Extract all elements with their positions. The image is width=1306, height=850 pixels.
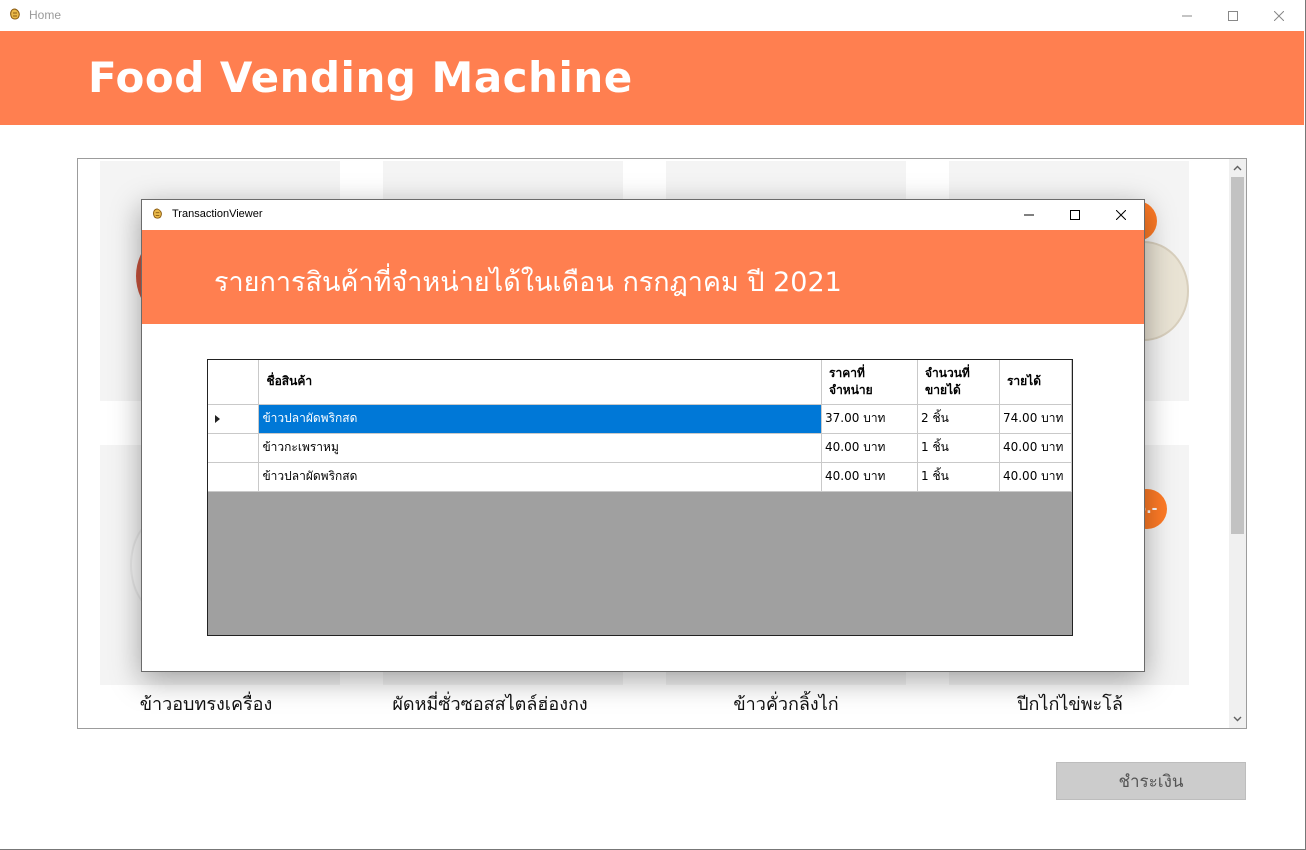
cell-name[interactable]: ข้าวปลาผัดพริกสด [258,404,823,434]
cell-name[interactable]: ข้าวปลาผัดพริกสด [258,462,823,492]
food-name: ข้าวคั่วกลิ้งไก่ [733,694,839,715]
cell-quantity[interactable]: 1 ชิ้น [917,433,1000,463]
maximize-icon [1070,210,1080,220]
chevron-up-icon [1233,165,1242,170]
scroll-thumb[interactable] [1231,177,1244,534]
column-header-quantity[interactable]: จำนวนที่ขายได้ [917,360,1000,405]
column-header-label: รายได้ [1006,374,1042,389]
report-title: รายการสินค้าที่จำหน่ายได้ในเดือน กรกฎาคม… [214,267,842,298]
row-header[interactable] [208,404,260,434]
scroll-down-button[interactable] [1229,710,1246,727]
column-header-revenue[interactable]: รายได้ [999,360,1072,405]
cell-revenue[interactable]: 40.00 บาท [999,462,1072,492]
column-header-price[interactable]: ราคาที่จำหน่าย [821,360,918,405]
minimize-icon [1182,15,1192,16]
main-titlebar: Home [0,0,1305,31]
scroll-up-button[interactable] [1229,159,1246,176]
dialog-maximize-button[interactable] [1052,200,1098,230]
column-header-label: จำนวนที่ [925,365,970,380]
row-header[interactable] [208,462,260,492]
row-header-corner [208,360,260,405]
dialog-minimize-button[interactable] [1006,200,1052,230]
dialog-title: TransactionViewer [172,208,263,220]
dialog-header-banner: รายการสินค้าที่จำหน่ายได้ในเดือน กรกฎาคม… [142,230,1144,324]
cell-name[interactable]: ข้าวกะเพราหมู [258,433,823,463]
close-icon [1116,210,1126,220]
dialog-titlebar: TransactionViewer [142,200,1144,230]
column-header-name[interactable]: ชื่อสินค้า [258,360,823,405]
chevron-down-icon [1233,716,1242,721]
cell-quantity[interactable]: 1 ชิ้น [917,462,1000,492]
transaction-grid[interactable]: ชื่อสินค้า ราคาที่จำหน่าย จำนวนที่ขายได้… [207,359,1073,636]
table-row[interactable]: ข้าวปลาผัดพริกสด 40.00 บาท 1 ชิ้น 40.00 … [208,462,1072,492]
column-header-label: ขายได้ [925,382,961,397]
close-icon [1274,10,1284,21]
close-button[interactable] [1256,0,1302,31]
food-name: ปีกไก่ไข่พะโล้ [1017,694,1123,715]
minimize-icon [1024,214,1034,216]
transaction-viewer-dialog: TransactionViewer รายการสินค้าที่จำหน่าย… [141,199,1145,672]
cell-price[interactable]: 40.00 บาท [821,462,918,492]
app-title: Food Vending Machine [88,53,633,102]
pay-button[interactable]: ชำระเงิน [1056,762,1246,800]
transaction-table: ชื่อสินค้า ราคาที่จำหน่าย จำนวนที่ขายได้… [208,360,1072,492]
cell-revenue[interactable]: 74.00 บาท [999,404,1072,434]
food-name: ข้าวอบทรงเครื่อง [139,694,273,715]
maximize-button[interactable] [1210,0,1256,31]
current-row-indicator-icon [215,414,220,423]
minimize-button[interactable] [1164,0,1210,31]
window-title: Home [29,8,62,22]
table-header-row: ชื่อสินค้า ราคาที่จำหน่าย จำนวนที่ขายได้… [208,360,1072,405]
column-header-label: จำหน่าย [829,382,873,397]
row-header[interactable] [208,433,260,463]
food-name: ผัดหมี่ซั่วซอสสไตล์ฮ่องกง [392,694,588,715]
table-row[interactable]: ข้าวกะเพราหมู 40.00 บาท 1 ชิ้น 40.00 บาท [208,433,1072,463]
cell-revenue[interactable]: 40.00 บาท [999,433,1072,463]
dialog-close-button[interactable] [1098,200,1144,230]
cell-quantity[interactable]: 2 ชิ้น [917,404,1000,434]
column-header-label: ชื่อสินค้า [266,374,313,389]
vertical-scrollbar[interactable] [1229,159,1246,728]
column-header-label: ราคาที่ [829,365,865,380]
app-logo-icon [10,8,20,20]
maximize-icon [1228,10,1238,21]
cell-price[interactable]: 37.00 บาท [821,404,918,434]
cell-price[interactable]: 40.00 บาท [821,433,918,463]
app-logo-icon [153,208,162,219]
table-row[interactable]: ข้าวปลาผัดพริกสด 37.00 บาท 2 ชิ้น 74.00 … [208,404,1072,434]
header-banner: Food Vending Machine [0,31,1304,125]
